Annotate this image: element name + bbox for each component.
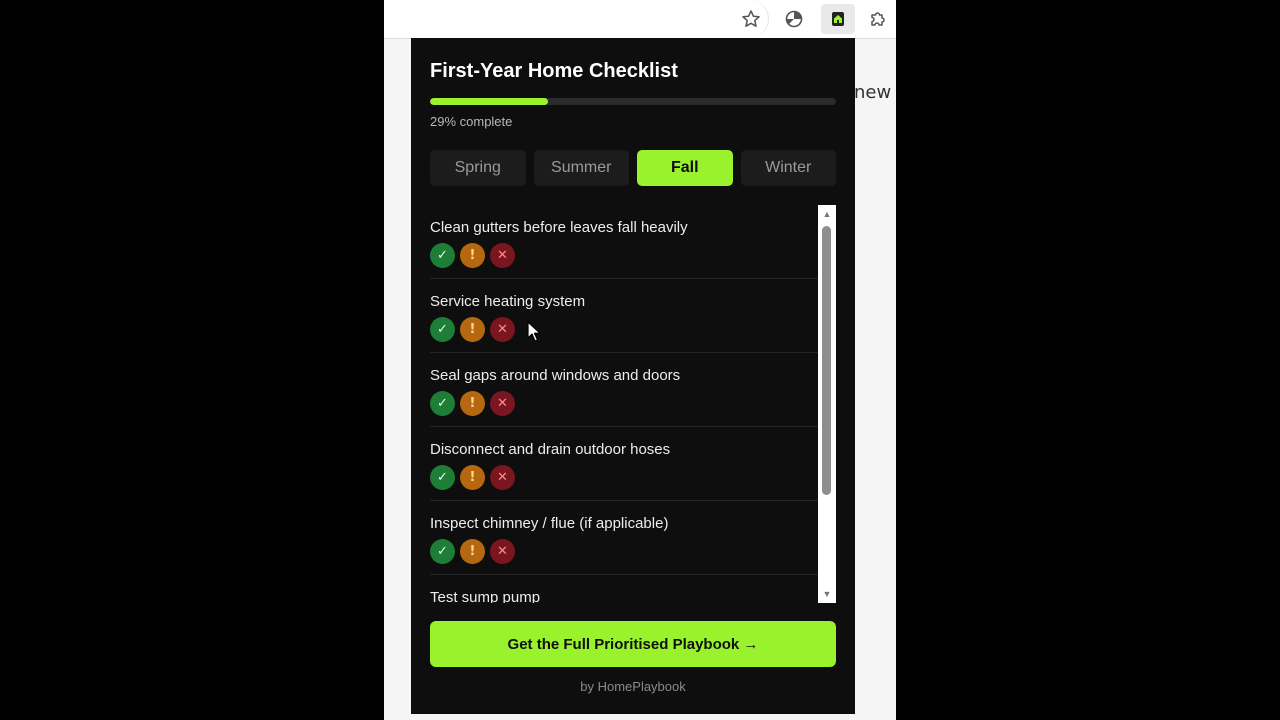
warning-button[interactable]: !: [460, 539, 485, 564]
skip-button[interactable]: ✕: [490, 243, 515, 268]
browser-toolbar: [384, 0, 896, 39]
done-button[interactable]: ✓: [430, 317, 455, 342]
item-text: Disconnect and drain outdoor hoses: [430, 441, 671, 458]
item-text: Service heating system: [430, 293, 586, 310]
tab-fall[interactable]: Fall: [637, 150, 733, 186]
background-page-text: new l: [854, 82, 896, 103]
checklist-scrollbar[interactable]: ▲ ▼: [818, 205, 836, 603]
list-item: Inspect chimney / flue (if applicable) ✓…: [430, 501, 818, 575]
homeplaybook-extension-icon[interactable]: [821, 4, 855, 34]
skip-button[interactable]: ✕: [490, 465, 515, 490]
puzzle-icon[interactable]: [863, 4, 893, 34]
list-item: Disconnect and drain outdoor hoses ✓ ! ✕: [430, 427, 818, 501]
done-button[interactable]: ✓: [430, 465, 455, 490]
item-text: Seal gaps around windows and doors: [430, 367, 681, 384]
progress-label: 29% complete: [430, 114, 513, 129]
progress-bar: [430, 98, 836, 105]
byline: by HomePlaybook: [580, 679, 686, 694]
extension-popup: First-Year Home Checklist 29% complete S…: [411, 38, 855, 714]
list-item: Service heating system ✓ ! ✕: [430, 279, 818, 353]
tab-winter[interactable]: Winter: [740, 150, 836, 186]
status-buttons: ✓ ! ✕: [430, 317, 515, 342]
list-item: Clean gutters before leaves fall heavily…: [430, 205, 818, 279]
warning-button[interactable]: !: [460, 243, 485, 268]
star-icon[interactable]: [736, 4, 766, 34]
warning-button[interactable]: !: [460, 391, 485, 416]
skip-button[interactable]: ✕: [490, 317, 515, 342]
status-buttons: ✓ ! ✕: [430, 243, 515, 268]
address-bar[interactable]: [384, 0, 769, 38]
scroll-thumb[interactable]: [822, 226, 831, 495]
status-buttons: ✓ ! ✕: [430, 539, 515, 564]
item-text: Clean gutters before leaves fall heavily: [430, 219, 688, 236]
item-text: Test sump pump: [430, 589, 541, 603]
done-button[interactable]: ✓: [430, 391, 455, 416]
season-tabs: Spring Summer Fall Winter: [430, 150, 836, 186]
skip-button[interactable]: ✕: [490, 539, 515, 564]
scroll-up-icon[interactable]: ▲: [818, 207, 836, 221]
full-playbook-button[interactable]: Get the Full Prioritised Playbook →: [430, 621, 836, 667]
item-text: Inspect chimney / flue (if applicable): [430, 515, 669, 532]
mouse-cursor-icon: [527, 321, 541, 348]
tab-spring[interactable]: Spring: [430, 150, 526, 186]
warning-button[interactable]: !: [460, 465, 485, 490]
progress-fill: [430, 98, 548, 105]
scroll-down-icon[interactable]: ▼: [818, 587, 836, 601]
status-buttons: ✓ ! ✕: [430, 391, 515, 416]
status-buttons: ✓ ! ✕: [430, 465, 515, 490]
done-button[interactable]: ✓: [430, 539, 455, 564]
list-item: Seal gaps around windows and doors ✓ ! ✕: [430, 353, 818, 427]
checklist: Clean gutters before leaves fall heavily…: [430, 205, 818, 603]
tab-summer[interactable]: Summer: [533, 150, 629, 186]
skip-button[interactable]: ✕: [490, 391, 515, 416]
warning-button[interactable]: !: [460, 317, 485, 342]
popup-title: First-Year Home Checklist: [430, 60, 678, 82]
list-item: Test sump pump ✓ ! ✕: [430, 575, 818, 603]
extension-icon[interactable]: [779, 4, 809, 34]
done-button[interactable]: ✓: [430, 243, 455, 268]
